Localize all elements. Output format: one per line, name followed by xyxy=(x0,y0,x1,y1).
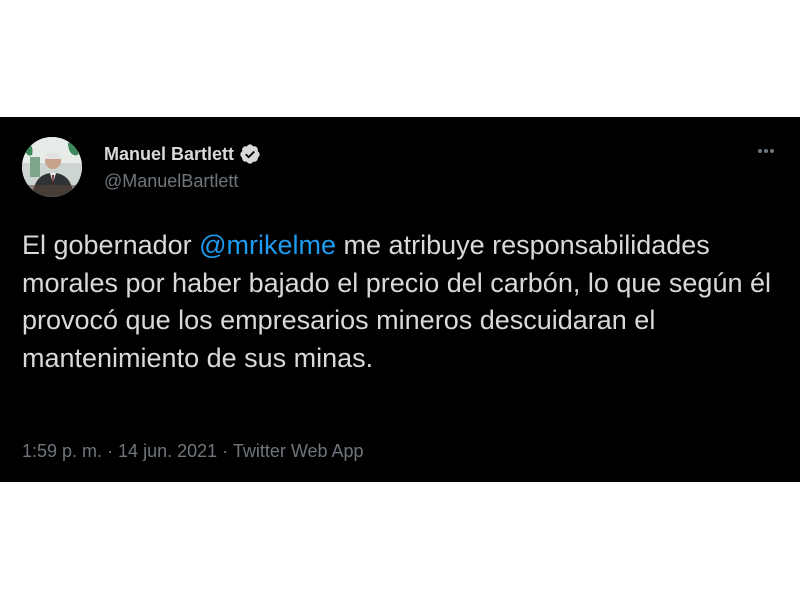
tweet-meta: 1:59 p. m. · 14 jun. 2021 · Twitter Web … xyxy=(22,440,364,462)
tweet-time[interactable]: 1:59 p. m. xyxy=(22,441,102,461)
tweet-date[interactable]: 14 jun. 2021 xyxy=(118,441,217,461)
author-avatar[interactable] xyxy=(22,137,82,197)
tweet-text: El gobernador @mrikelme me atribuye resp… xyxy=(22,227,782,377)
meta-separator: · xyxy=(217,441,233,461)
meta-separator: · xyxy=(102,441,119,461)
mention-link[interactable]: @mrikelme xyxy=(199,230,336,260)
tweet-text-start: El gobernador xyxy=(22,230,200,260)
tweet-source[interactable]: Twitter Web App xyxy=(233,441,364,461)
tweet-card: Manuel Bartlett @ManuelBartlett El gober… xyxy=(0,117,800,482)
author-name[interactable]: Manuel Bartlett xyxy=(104,143,234,165)
author-handle[interactable]: @ManuelBartlett xyxy=(104,170,238,192)
author-name-row[interactable]: Manuel Bartlett xyxy=(104,143,261,165)
more-options-icon[interactable] xyxy=(748,139,784,163)
verified-badge-icon xyxy=(240,144,260,164)
avatar-image xyxy=(22,137,82,197)
